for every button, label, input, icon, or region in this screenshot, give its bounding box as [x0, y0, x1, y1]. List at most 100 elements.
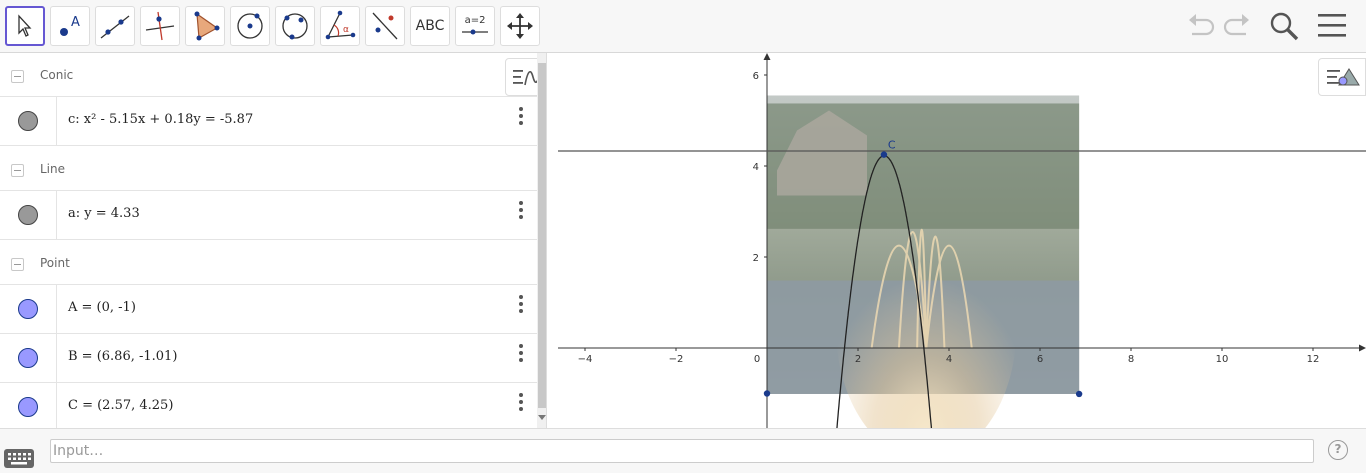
x-axis-arrow-icon: [1359, 344, 1366, 352]
visibility-toggle-icon[interactable]: [18, 111, 38, 131]
circle-three-points-tool-button[interactable]: [275, 6, 315, 46]
algebra-input-field[interactable]: Input…: [50, 439, 1314, 463]
group-header-point[interactable]: Point: [0, 241, 537, 285]
slider-tool-label: a=2: [465, 15, 486, 26]
x-tick-label: 0: [754, 354, 760, 365]
svg-text:A: A: [71, 15, 80, 30]
point-b[interactable]: [1075, 390, 1083, 398]
x-tick-label: 4: [946, 354, 952, 365]
algebra-row-point-a[interactable]: A = (0, -1): [0, 285, 537, 334]
algebra-row-point-b[interactable]: B = (6.86, -1.01): [0, 334, 537, 383]
slider-icon: a=2: [462, 15, 488, 35]
redo-button[interactable]: [1222, 8, 1252, 48]
svg-text:α: α: [343, 25, 349, 35]
scrollbar-thumb[interactable]: [538, 63, 546, 408]
graphics-canvas[interactable]: −4 −2 0 2 4 6 8 10 12 6 4 2 C: [558, 53, 1366, 428]
point-a[interactable]: [763, 390, 771, 397]
x-tick-label: 2: [855, 354, 861, 365]
x-tick-label: −2: [669, 354, 684, 365]
search-button[interactable]: [1268, 8, 1302, 48]
collapse-icon[interactable]: [11, 70, 24, 83]
circle-three-points-icon: [282, 13, 308, 40]
algebra-row-conic-c[interactable]: c: x² - 5.15x + 0.18y = -5.87: [0, 97, 537, 146]
algebra-row-line-a[interactable]: a: y = 4.33: [0, 191, 537, 240]
algebra-expression[interactable]: a: y = 4.33: [68, 206, 140, 221]
algebra-expression[interactable]: C = (2.57, 4.25): [68, 398, 173, 413]
point-tool-button[interactable]: A: [50, 6, 90, 46]
polygon-tool-button[interactable]: [185, 6, 225, 46]
more-options-icon[interactable]: [514, 391, 528, 413]
polygon-icon: [194, 11, 220, 41]
group-header-conic[interactable]: Conic: [0, 53, 537, 97]
algebra-expression[interactable]: c: x² - 5.15x + 0.18y = -5.87: [68, 112, 253, 127]
visibility-toggle-icon[interactable]: [18, 205, 38, 225]
reflect-tool-button[interactable]: [365, 6, 405, 46]
help-icon[interactable]: ?: [1328, 440, 1348, 460]
undo-icon: [1189, 14, 1215, 36]
slider-tool-button[interactable]: a=2: [455, 6, 495, 46]
graphics-style-icon: [1327, 68, 1360, 86]
group-title: Conic: [40, 68, 74, 82]
line-tool-button[interactable]: [95, 6, 135, 46]
algebra-expression[interactable]: B = (6.86, -1.01): [68, 349, 177, 364]
input-bar: Input… ?: [0, 428, 1366, 473]
y-axis-arrow-icon: [763, 53, 771, 60]
group-title: Point: [40, 256, 70, 270]
cursor-icon: [18, 14, 32, 37]
angle-tool-button[interactable]: α: [320, 6, 360, 46]
point-icon: A: [60, 15, 80, 36]
more-options-icon[interactable]: [514, 105, 528, 127]
menu-icon: [1318, 14, 1346, 37]
perpendicular-line-tool-button[interactable]: [140, 6, 180, 46]
keyboard-icon[interactable]: [4, 449, 34, 468]
move-graphics-view-tool-button[interactable]: [500, 6, 540, 46]
text-tool-button[interactable]: ABC: [410, 6, 450, 46]
main-menu-button[interactable]: [1316, 8, 1348, 48]
collapse-icon[interactable]: [11, 258, 24, 271]
perpendicular-icon: [145, 11, 175, 41]
more-options-icon[interactable]: [514, 293, 528, 315]
more-options-icon[interactable]: [514, 342, 528, 364]
x-tick-label: 8: [1128, 354, 1134, 365]
algebra-row-point-c[interactable]: C = (2.57, 4.25): [0, 383, 537, 428]
visibility-toggle-icon[interactable]: [18, 397, 38, 417]
visibility-cell: [0, 285, 57, 333]
visibility-cell: [0, 334, 57, 382]
x-tick-label: 12: [1307, 354, 1320, 365]
visibility-cell: [0, 383, 57, 428]
collapse-icon[interactable]: [11, 164, 24, 177]
algebra-view: Conic c: x² - 5.15x + 0.18y = -5.87 Line…: [0, 53, 547, 428]
reflect-icon: [372, 12, 398, 40]
x-tick-label: −4: [578, 354, 593, 365]
graphics-style-bar-toggle[interactable]: [1318, 58, 1366, 96]
visibility-cell: [0, 97, 57, 145]
visibility-toggle-icon[interactable]: [18, 348, 38, 368]
circle-center-icon: [237, 13, 263, 39]
algebra-scrollbar[interactable]: [537, 53, 546, 428]
redo-icon: [1223, 14, 1249, 36]
fountain-image[interactable]: [767, 95, 1080, 428]
graphics-view[interactable]: −4 −2 0 2 4 6 8 10 12 6 4 2 C: [558, 53, 1366, 428]
line-icon: [100, 15, 130, 39]
visibility-cell: [0, 191, 57, 239]
circle-center-point-tool-button[interactable]: [230, 6, 270, 46]
point-c[interactable]: [880, 151, 888, 158]
y-tick-label: 4: [753, 162, 759, 173]
y-tick-label: 2: [753, 253, 759, 264]
search-icon: [1270, 12, 1299, 41]
group-header-line[interactable]: Line: [0, 147, 537, 191]
move-arrows-icon: [507, 13, 533, 39]
y-tick-label: 6: [753, 71, 759, 82]
text-tool-label: ABC: [415, 18, 445, 34]
algebra-expression[interactable]: A = (0, -1): [68, 300, 136, 315]
visibility-toggle-icon[interactable]: [18, 299, 38, 319]
x-tick-label: 6: [1037, 354, 1043, 365]
group-title: Line: [40, 162, 66, 176]
scroll-down-arrow-icon[interactable]: [538, 415, 546, 420]
x-tick-label: 10: [1216, 354, 1229, 365]
angle-icon: α: [325, 10, 356, 40]
point-c-label: C: [888, 139, 896, 152]
undo-button[interactable]: [1186, 8, 1216, 48]
move-tool-button[interactable]: [5, 6, 45, 46]
more-options-icon[interactable]: [514, 199, 528, 221]
